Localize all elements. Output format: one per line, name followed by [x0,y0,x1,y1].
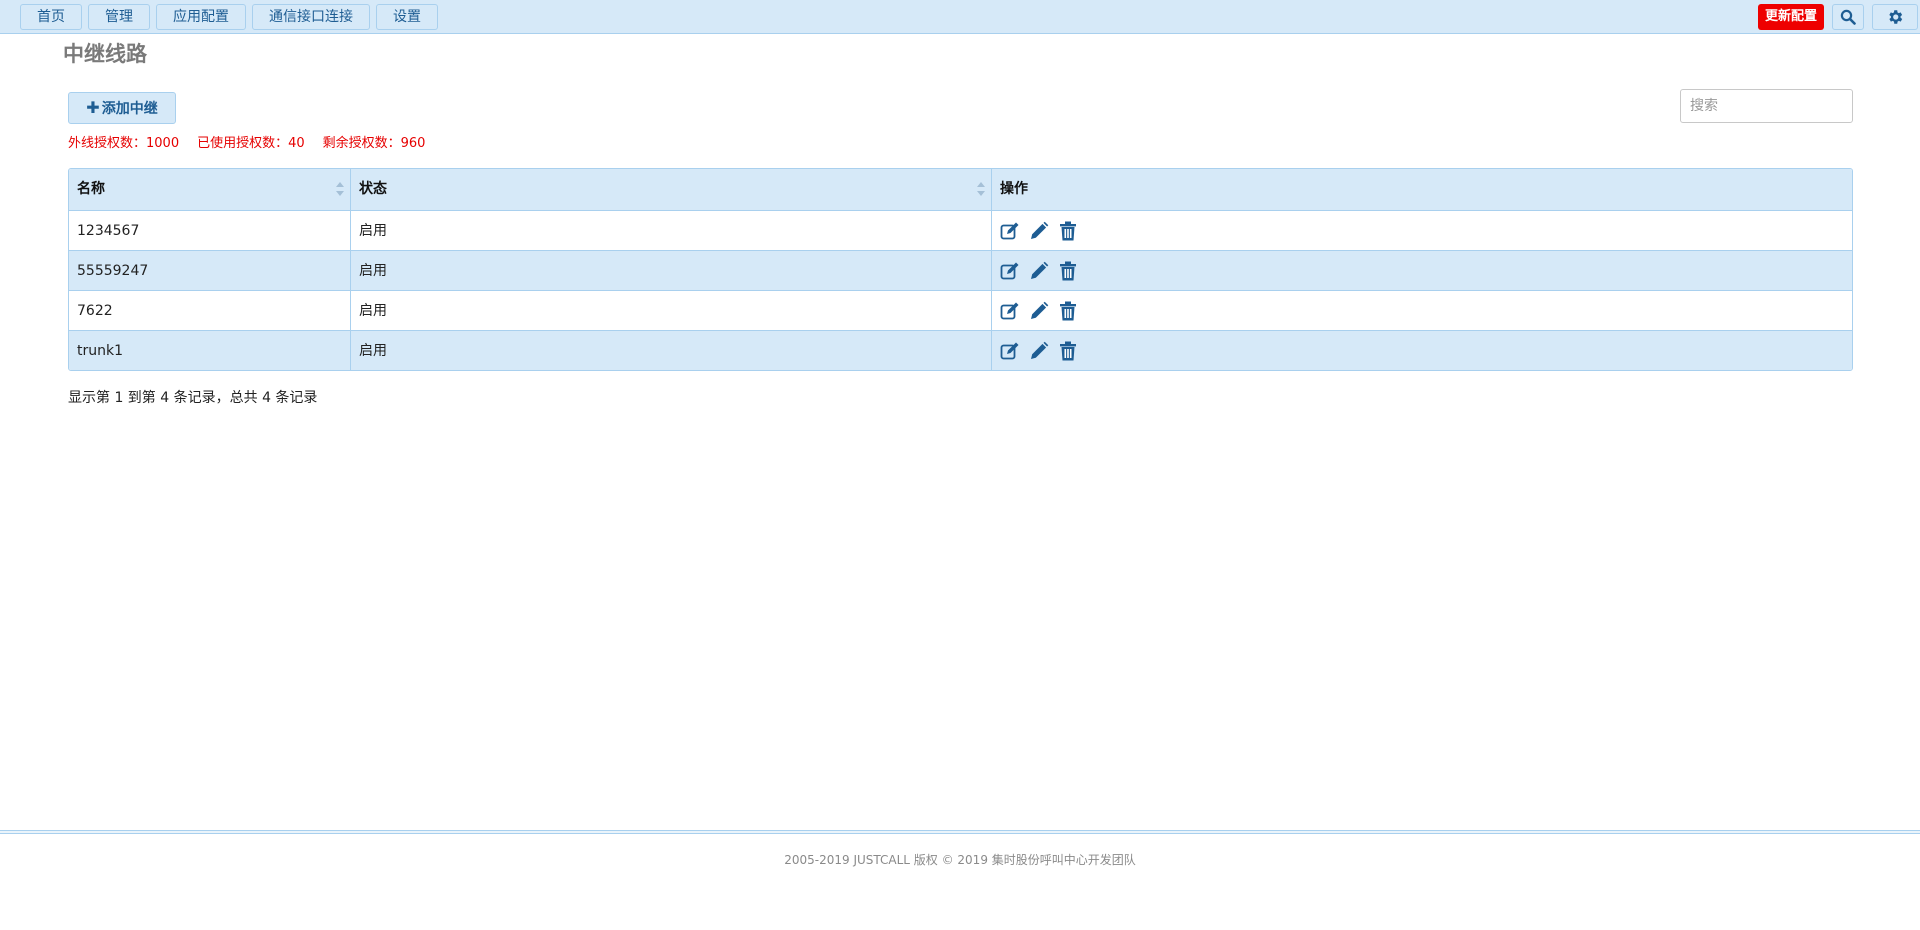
search-button[interactable] [1832,4,1864,30]
footer-copyright: 2005-2019 JUSTCALL 版权 © 2019 集时股份呼叫中心开发团… [784,853,1136,867]
footer-divider [0,830,1920,834]
action-group [1000,291,1844,331]
trunk-table: 名称 状态 操作 1234567 启用 55559247 启用 7622 启用 trunk1… [68,168,1853,371]
trash-icon[interactable] [1058,261,1078,281]
table-row: 55559247 启用 [69,250,1852,290]
page-title: 中继线路 [63,42,147,66]
trunk-status: 启用 [350,211,991,250]
action-group [1000,211,1844,251]
pagination-summary: 显示第 1 到第 4 条记录，总共 4 条记录 [68,390,318,406]
edit-icon[interactable] [1000,261,1020,281]
row-actions [991,331,1852,370]
add-trunk-button[interactable]: ✚ 添加中继 [68,92,176,124]
sort-icon [336,182,344,196]
pencil-icon[interactable] [1029,301,1049,321]
column-header-name[interactable]: 名称 [69,169,350,210]
action-group [1000,251,1844,291]
nav-tab-home[interactable]: 首页 [20,4,82,30]
settings-button[interactable] [1872,4,1918,30]
column-header-name-label: 名称 [77,181,105,197]
trunk-name: 55559247 [77,263,149,279]
column-header-status[interactable]: 状态 [350,169,991,210]
license-total: 外线授权数：1000 [68,136,180,151]
table-row: 7622 启用 [69,290,1852,330]
trash-icon[interactable] [1058,341,1078,361]
add-trunk-label: 添加中继 [101,101,158,117]
table-header: 名称 状态 操作 [69,169,1852,210]
column-header-status-label: 状态 [359,181,387,197]
trunk-status: 启用 [350,291,991,330]
pencil-icon[interactable] [1029,341,1049,361]
trash-icon[interactable] [1058,221,1078,241]
license-used: 已使用授权数：40 [197,136,305,151]
trunk-status: 启用 [350,251,991,290]
table-row: 1234567 启用 [69,210,1852,250]
plus-icon: ✚ [86,98,100,117]
update-config-button[interactable]: 更新配置 [1757,4,1824,30]
edit-icon[interactable] [1000,341,1020,361]
nav-tab-manage[interactable]: 管理 [88,4,150,30]
search-icon [1840,9,1856,25]
trunk-name: 7622 [77,303,113,319]
pencil-icon[interactable] [1029,221,1049,241]
row-actions [991,251,1852,290]
table-body: 1234567 启用 55559247 启用 7622 启用 trunk1 启用 [69,210,1852,370]
row-actions [991,291,1852,330]
license-remaining: 剩余授权数：960 [322,136,426,151]
pencil-icon[interactable] [1029,261,1049,281]
trunk-name: 1234567 [77,223,140,239]
nav-tab-interface[interactable]: 通信接口连接 [252,4,370,30]
search-input[interactable] [1680,89,1853,123]
gear-icon [1889,10,1903,24]
nav-tabs: 首页 管理 应用配置 通信接口连接 设置 [20,4,438,30]
column-header-actions: 操作 [991,169,1852,210]
nav-right: 更新配置 [1757,4,1918,30]
row-actions [991,211,1852,250]
table-row: trunk1 启用 [69,330,1852,370]
sort-icon [977,182,985,196]
edit-icon[interactable] [1000,301,1020,321]
action-group [1000,331,1844,370]
trunk-name: trunk1 [77,343,124,359]
trash-icon[interactable] [1058,301,1078,321]
edit-icon[interactable] [1000,221,1020,241]
top-navbar: 首页 管理 应用配置 通信接口连接 设置 更新配置 [0,0,1920,34]
trunk-status: 启用 [350,331,991,370]
license-info: 外线授权数：1000 已使用授权数：40 剩余授权数：960 [68,132,443,151]
nav-tab-settings[interactable]: 设置 [376,4,438,30]
nav-tab-app-config[interactable]: 应用配置 [156,4,246,30]
